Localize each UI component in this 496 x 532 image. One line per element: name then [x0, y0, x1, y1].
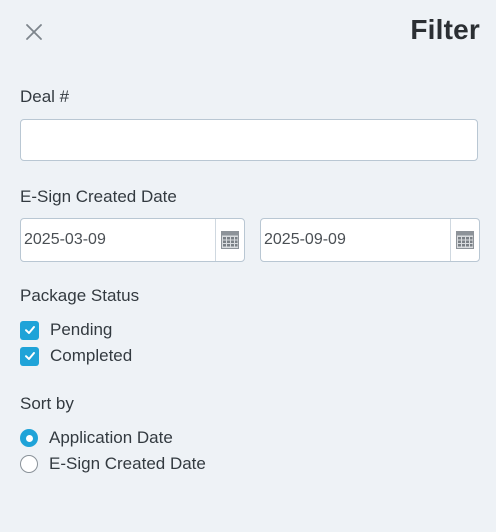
checkbox-checked[interactable] [20, 320, 39, 340]
close-button[interactable] [24, 22, 44, 42]
date-to-value: 2025-09-09 [264, 231, 346, 248]
checkmark-icon [24, 326, 35, 334]
esign-created-date-label: E-Sign Created Date [20, 187, 177, 206]
checkbox-checked[interactable] [20, 346, 39, 366]
radio-selected[interactable] [20, 429, 38, 447]
radio-unselected[interactable] [20, 455, 38, 473]
checkmark-icon [24, 352, 35, 360]
radio-label: Application Date [49, 428, 173, 447]
date-to-input[interactable]: 2025-09-09 [260, 218, 480, 262]
date-from-value: 2025-03-09 [24, 231, 106, 248]
deal-number-label: Deal # [20, 87, 70, 106]
deal-number-input[interactable] [20, 119, 478, 161]
radio-label: E-Sign Created Date [49, 454, 206, 473]
checkbox-pending[interactable]: Pending [20, 320, 112, 340]
close-icon [26, 24, 42, 40]
date-from-input[interactable]: 2025-03-09 [20, 218, 245, 262]
package-status-label: Package Status [20, 286, 140, 305]
checkbox-label: Pending [50, 320, 113, 339]
filter-panel: Filter Deal # E-Sign Created Date 2025-0… [0, 0, 496, 532]
calendar-icon [221, 231, 239, 249]
radio-esign-created-date[interactable]: E-Sign Created Date [20, 454, 206, 474]
checkbox-completed[interactable]: Completed [20, 346, 132, 366]
page-title: Filter [410, 14, 480, 45]
sort-by-label: Sort by [20, 394, 74, 413]
radio-dot [25, 434, 33, 442]
date-from-calendar-button[interactable] [215, 219, 244, 261]
radio-application-date[interactable]: Application Date [20, 428, 173, 448]
checkbox-label: Completed [50, 346, 133, 365]
calendar-icon [456, 231, 474, 249]
date-to-calendar-button[interactable] [450, 219, 479, 261]
